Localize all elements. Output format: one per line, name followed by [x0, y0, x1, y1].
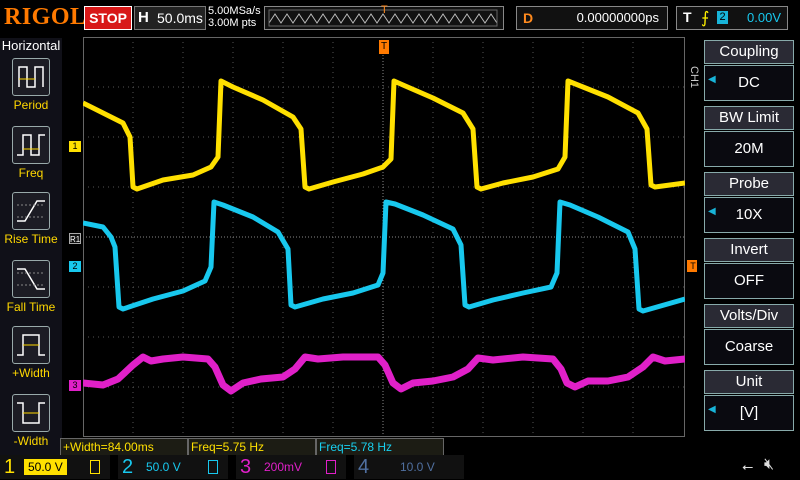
coupling-value: DC: [704, 65, 794, 101]
timebase-value: 50.0ms: [157, 10, 203, 26]
invert-title: Invert: [704, 238, 794, 262]
coupling-softkey[interactable]: Coupling DC ◀: [704, 40, 794, 102]
memory-overview-strip[interactable]: T: [264, 4, 504, 30]
bw-limit-title: BW Limit: [704, 106, 794, 130]
measure-frequency-button[interactable]: Freq: [0, 124, 62, 188]
ch3-offset-marker[interactable]: 3: [69, 380, 81, 391]
measurement-ch2-frequency[interactable]: Freq=5.78 Hz: [316, 438, 444, 456]
unit-softkey[interactable]: Unit [V] ◀: [704, 370, 794, 432]
measure-rise-time-button[interactable]: Rise Time: [0, 190, 62, 254]
invert-value: OFF: [704, 263, 794, 299]
ch4-number: 4: [358, 456, 370, 478]
dc-coupling-icon: [90, 460, 100, 474]
horizontal-label: H: [138, 9, 149, 26]
ch1-offset-marker[interactable]: 1: [69, 141, 81, 152]
rise-time-icon: [12, 192, 50, 230]
ac-coupling-icon: [326, 460, 336, 474]
bw-limit-softkey[interactable]: BW Limit 20M: [704, 106, 794, 168]
probe-title: Probe: [704, 172, 794, 196]
ch4-status[interactable]: 4 10.0 V: [354, 455, 464, 479]
sample-rate: 5.00MSa/s: [208, 5, 261, 17]
measure-period-button[interactable]: Period: [0, 56, 62, 120]
trigger-label: T: [683, 9, 692, 25]
usb-icon: ⭠: [742, 458, 754, 474]
ch2-scale: 50.0 V: [146, 460, 181, 474]
ch3-status[interactable]: 3 200mV: [236, 455, 346, 479]
memory-trigger-marker: T: [381, 4, 388, 16]
unit-select-arrow-icon: ◀: [708, 404, 716, 415]
bw-limit-value: 20M: [704, 131, 794, 167]
period-label: Period: [13, 98, 49, 112]
fall-time-label: Fall Time: [6, 300, 56, 314]
probe-select-arrow-icon: ◀: [708, 206, 716, 217]
speaker-muted-icon[interactable]: 🔇︎: [764, 456, 774, 474]
ch2-number: 2: [122, 456, 134, 478]
trigger-settings-box[interactable]: T ⨍ 2 0.00V: [676, 6, 788, 30]
ch2-offset-marker[interactable]: 2: [69, 261, 81, 272]
measure-fall-time-button[interactable]: Fall Time: [0, 258, 62, 322]
trigger-level-value: 0.00V: [747, 10, 781, 25]
ch3-scale: 200mV: [264, 460, 303, 474]
trigger-source-badge: 2: [717, 11, 728, 24]
volts-div-value: Coarse: [704, 329, 794, 365]
unit-title: Unit: [704, 370, 794, 394]
ch2-status[interactable]: 2 50.0 V: [118, 455, 228, 479]
brand-logo: RIGOL: [4, 4, 87, 30]
positive-width-icon: [12, 326, 50, 364]
freq-label: Freq: [18, 166, 44, 180]
measure-negative-width-button[interactable]: -Width: [0, 392, 62, 456]
delay-label: D: [523, 10, 534, 26]
run-stop-button[interactable]: STOP: [84, 6, 132, 30]
probe-softkey[interactable]: Probe 10X ◀: [704, 172, 794, 234]
fall-time-icon: [12, 260, 50, 298]
delay-value: 0.00000000ps: [576, 10, 659, 25]
ch4-scale: 10.0 V: [400, 460, 435, 474]
coupling-title: Coupling: [704, 40, 794, 64]
ch1-scale: 50.0 V: [24, 459, 67, 475]
ch3-waveform: [82, 353, 686, 395]
rising-edge-icon: ⨍: [701, 10, 710, 27]
ch3-number: 3: [240, 456, 252, 478]
probe-value: 10X: [704, 197, 794, 233]
volts-div-softkey[interactable]: Volts/Div Coarse: [704, 304, 794, 366]
invert-softkey[interactable]: Invert OFF: [704, 238, 794, 300]
measure-positive-width-button[interactable]: +Width: [0, 324, 62, 388]
channel-menu-tag: CH1: [688, 66, 700, 89]
memory-depth: 3.00M pts: [208, 17, 257, 29]
dc-coupling-icon: [208, 460, 218, 474]
trigger-delay-box[interactable]: D 0.00000000ps: [516, 6, 668, 30]
horizontal-timebase[interactable]: H 50.0ms: [134, 6, 206, 30]
ref1-offset-marker[interactable]: R1: [69, 233, 81, 244]
graticule: [81, 37, 686, 437]
measurement-ch1-frequency[interactable]: Freq=5.75 Hz: [188, 438, 316, 456]
unit-value: [V]: [704, 395, 794, 431]
trigger-position-marker[interactable]: T: [379, 40, 389, 54]
ch1-status[interactable]: 1 50.0 V: [0, 455, 110, 479]
measurement-positive-width[interactable]: +Width=84.00ms: [60, 438, 188, 456]
left-menu-title: Horizontal: [1, 38, 61, 53]
rise-time-label: Rise Time: [4, 232, 58, 246]
volts-div-title: Volts/Div: [704, 304, 794, 328]
negative-width-icon: [12, 394, 50, 432]
ch1-number: 1: [4, 456, 16, 478]
frequency-icon: [12, 126, 50, 164]
waveform-display[interactable]: [81, 37, 686, 437]
negative-width-label: -Width: [13, 434, 49, 448]
positive-width-label: +Width: [12, 366, 50, 380]
ch1-waveform: [81, 78, 686, 192]
coupling-select-arrow-icon: ◀: [708, 74, 716, 85]
ch2-waveform: [82, 199, 686, 314]
period-icon: [12, 58, 50, 96]
acquisition-info: 5.00MSa/s 3.00M pts: [208, 5, 261, 29]
